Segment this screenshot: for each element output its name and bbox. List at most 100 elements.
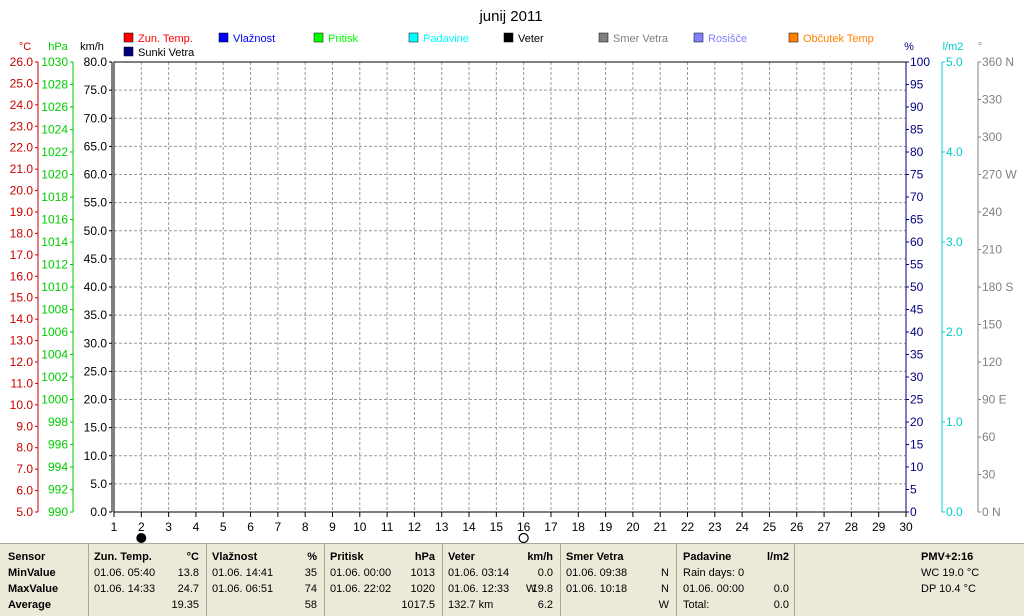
wind-max-val: 19.8 [531,583,553,595]
legend-swatch [788,32,799,43]
hum-min-val: 35 [304,567,317,579]
left-axis-tick-label: 1002 [41,370,68,384]
legend-label: Zun. Temp. [138,33,193,45]
rain-max-time: 01.06. 00:00 [683,583,745,595]
x-tick-label: 9 [329,520,336,534]
x-tick-label: 10 [353,520,367,534]
right-axis-tick-label: 150 [982,318,1002,332]
x-tick-label: 27 [817,520,831,534]
row-label-sensor: Sensor [8,551,46,563]
legend-label: Pritisk [328,33,358,45]
left-axis-tick-label: 21.0 [10,162,34,176]
stats-col-humidity: Vlažnost % 01.06. 14:41 35 01.06. 06:51 … [206,544,325,616]
left-axis-tick-label: 15.0 [10,291,34,305]
left-axis-tick-label: 24.0 [10,98,34,112]
rain-unit: l/m2 [766,551,789,563]
left-axis-tick-label: 7.0 [16,462,33,476]
hum-min-time: 01.06. 14:41 [212,567,274,579]
row-label-avg: Average [8,599,52,611]
stats-col-wind-direction: Smer Vetra 01.06. 09:38 N 01.06. 10:18 N… [560,544,677,616]
left-axis-tick-label: 80.0 [84,55,108,69]
right-axis-tick-label: 60 [982,430,996,444]
dir-title: Smer Vetra [566,551,624,563]
x-tick-label: 21 [654,520,668,534]
left-axis-tick-label: 55.0 [84,196,108,210]
x-tick-label: 18 [572,520,586,534]
moon-markers [136,532,529,543]
left-axis-tick-label: 1000 [41,393,68,407]
legend-label: Sunki Vetra [138,47,195,59]
right-axis-tick-label: 15 [910,438,924,452]
left-axis-unit: hPa [48,41,68,53]
x-tick-label: 24 [735,520,749,534]
right-axis-tick-label: 45 [910,303,924,317]
dir-min-time: 01.06. 09:38 [566,567,628,579]
left-axis-tick-label: 1022 [41,145,68,159]
left-axis-tick-label: 6.0 [16,484,33,498]
wind-avg: 6.2 [537,599,553,611]
legend-swatch [503,32,514,43]
left-axis-tick-label: 992 [48,483,68,497]
right-axis-unit: ° [978,41,982,53]
wind-avg-distance: 132.7 km [448,599,494,611]
x-tick-label: 5 [220,520,227,534]
left-axis-tick-label: 1028 [41,78,68,92]
right-axis-tick-label: 210 [982,243,1002,257]
legend-label: Vlažnost [233,33,275,45]
right-axis-tick-label: 100 [910,55,930,69]
pmv-dew-point: DP 10.4 °C [921,583,976,595]
right-axis-tick-label: 4.0 [946,145,963,159]
left-axis-tick-label: 1008 [41,303,68,317]
right-axis-tick-label: 90 [910,100,924,114]
right-axis-tick-label: 10 [910,460,924,474]
x-tick-label: 2 [138,520,145,534]
left-axis-tick-label: 996 [48,438,68,452]
right-axis-tick-label: 80 [910,145,924,159]
temp-avg: 19.35 [171,599,199,611]
left-axis-tick-label: 1014 [41,235,68,249]
row-label-min: MinValue [8,567,56,579]
right-axis-tick-label: 3.0 [946,235,963,249]
press-min-val: 1013 [410,567,435,579]
left-axis-tick-label: 10.0 [84,449,108,463]
left-axis-tick-label: 13.0 [10,334,34,348]
press-avg: 1017.5 [401,599,435,611]
left-axis-tick-label: 15.0 [84,421,108,435]
wind-min-time: 01.06. 03:14 [448,567,510,579]
left-axis-tick-label: 70.0 [84,111,108,125]
x-tick-label: 26 [790,520,804,534]
left-axis-tick-label: 12.0 [10,355,34,369]
rain-title: Padavine [683,551,732,563]
right-axis-tick-label: 180 S [982,280,1013,294]
left-axis-tick-label: 990 [48,505,68,519]
right-axis-tick-label: 65 [910,213,924,227]
wind-title: Veter [448,551,475,563]
left-axis-tick-label: 1006 [41,325,68,339]
dir-max-val: N [661,583,669,595]
left-axis-tick-label: 25.0 [10,76,34,90]
right-axis-tick-label: 75 [910,168,924,182]
right-axis-tick-label: 90 E [982,393,1007,407]
rain-days: 0 [738,567,745,579]
stats-col-temp: Zun. Temp. °C 01.06. 05:40 13.8 01.06. 1… [88,544,207,616]
dir-avg: W [658,599,669,611]
left-axis-tick-label: 35.0 [84,308,108,322]
legend-swatch [123,46,134,57]
legend-label: Občutek Temp [803,33,874,45]
legend: Zun. Temp. Vlažnost Pritisk Padavine Veter Sm… [123,32,874,59]
x-tick-label: 1 [111,520,118,534]
right-axis-tick-label: 360 N [982,55,1014,69]
x-tick-label: 12 [408,520,422,534]
left-axis-tick-label: 50.0 [84,224,108,238]
right-axis-tick-label: 70 [910,190,924,204]
right-axis-tick-label: 95 [910,78,924,92]
rain-total: 0.0 [773,599,789,611]
left-axis-tick-label: 994 [48,460,68,474]
wind-unit: km/h [527,551,553,563]
left-axis-tick-label: 14.0 [10,312,34,326]
left-axis-tick-label: 22.0 [10,141,34,155]
left-axis-tick-label: 65.0 [84,139,108,153]
left-axis-tick-label: 40.0 [84,280,108,294]
left-axis-tick-label: 45.0 [84,252,108,266]
right-axis-tick-label: 60 [910,235,924,249]
